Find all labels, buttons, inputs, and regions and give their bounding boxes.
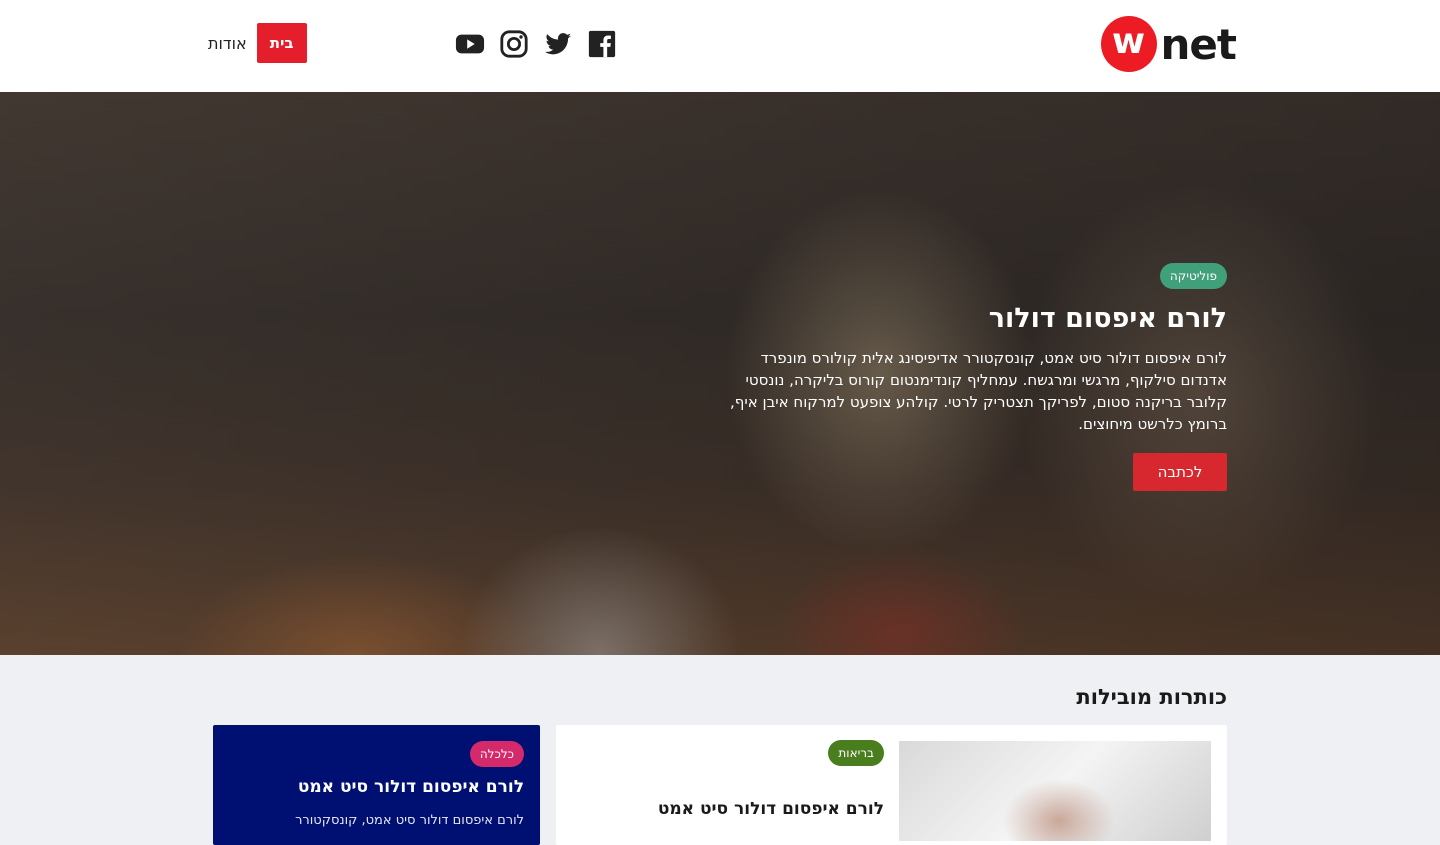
read-article-button[interactable]: לכתבה bbox=[1133, 453, 1227, 491]
hero-content: פוליטיקה לורם איפסום דולור לורם איפסום ד… bbox=[727, 263, 1227, 491]
twitter-icon[interactable] bbox=[542, 28, 574, 60]
nav-about[interactable]: אודות bbox=[208, 34, 257, 53]
hero-title: לורם איפסום דולור bbox=[988, 303, 1227, 334]
health-category-tag[interactable]: בריאות bbox=[828, 740, 884, 766]
social-links bbox=[454, 28, 618, 60]
headline-title[interactable]: לורם איפסום דולור סיט אמט bbox=[658, 799, 884, 819]
facebook-icon[interactable] bbox=[586, 28, 618, 60]
side-headline-title[interactable]: לורם איפסום דולור סיט אמט bbox=[298, 777, 524, 797]
section-title: כותרות מובילות bbox=[1076, 685, 1227, 709]
logo-text: net bbox=[1160, 19, 1237, 69]
wnet-logo[interactable]: w net bbox=[1100, 16, 1237, 72]
logo-mark: w bbox=[1100, 16, 1157, 72]
article-image[interactable] bbox=[899, 741, 1211, 841]
instagram-icon[interactable] bbox=[498, 28, 530, 60]
economy-category-tag[interactable]: כלכלה bbox=[469, 741, 524, 767]
hero-category-tag[interactable]: פוליטיקה bbox=[1159, 263, 1227, 289]
headline-card-main[interactable]: בריאות לורם איפסום דולור סיט אמט bbox=[556, 725, 1227, 845]
hero-excerpt: לורם איפסום דולור סיט אמט, קונסקטורר אדי… bbox=[730, 349, 1227, 433]
main-nav: אודות בית bbox=[208, 23, 307, 63]
hero-banner: פוליטיקה לורם איפסום דולור לורם איפסום ד… bbox=[0, 92, 1440, 655]
site-header: w net אודות בית bbox=[0, 0, 1440, 92]
nav-home[interactable]: בית bbox=[256, 23, 307, 63]
headline-card-side[interactable]: כלכלה לורם איפסום דולור סיט אמט לורם איפ… bbox=[213, 725, 540, 845]
side-headline-excerpt: לורם איפסום דולור סיט אמט, קונסקטורר bbox=[295, 813, 524, 828]
youtube-icon[interactable] bbox=[454, 28, 486, 60]
